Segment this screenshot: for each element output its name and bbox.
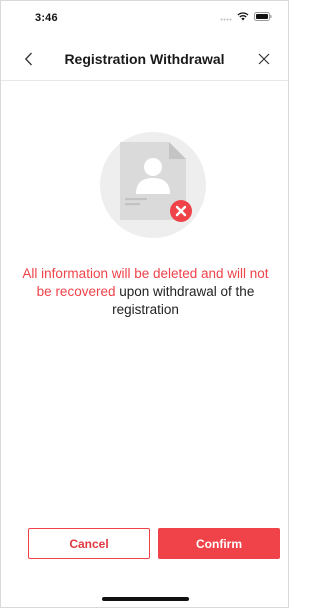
wifi-icon bbox=[237, 12, 249, 21]
nav-bar: Registration Withdrawal bbox=[1, 37, 288, 81]
page-title: Registration Withdrawal bbox=[64, 51, 225, 67]
cancel-button[interactable]: Cancel bbox=[28, 528, 150, 559]
back-button[interactable] bbox=[19, 49, 39, 69]
withdrawal-warning-message: All information will be deleted and will… bbox=[15, 265, 276, 319]
close-button[interactable] bbox=[254, 49, 274, 69]
close-icon bbox=[258, 53, 270, 65]
status-time: 3:46 bbox=[35, 12, 58, 24]
signal-icon bbox=[220, 18, 232, 20]
confirm-button[interactable]: Confirm bbox=[158, 528, 280, 559]
document-user-delete-icon bbox=[100, 132, 206, 238]
status-bar: 3:46 bbox=[1, 1, 288, 33]
battery-icon bbox=[254, 12, 272, 21]
home-indicator bbox=[102, 597, 189, 601]
warning-rest: upon withdrawal of the registration bbox=[112, 284, 255, 317]
screen: 3:46 Registration Withdrawal All informa… bbox=[0, 0, 289, 608]
status-icons bbox=[220, 12, 272, 21]
chevron-left-icon bbox=[24, 52, 32, 66]
